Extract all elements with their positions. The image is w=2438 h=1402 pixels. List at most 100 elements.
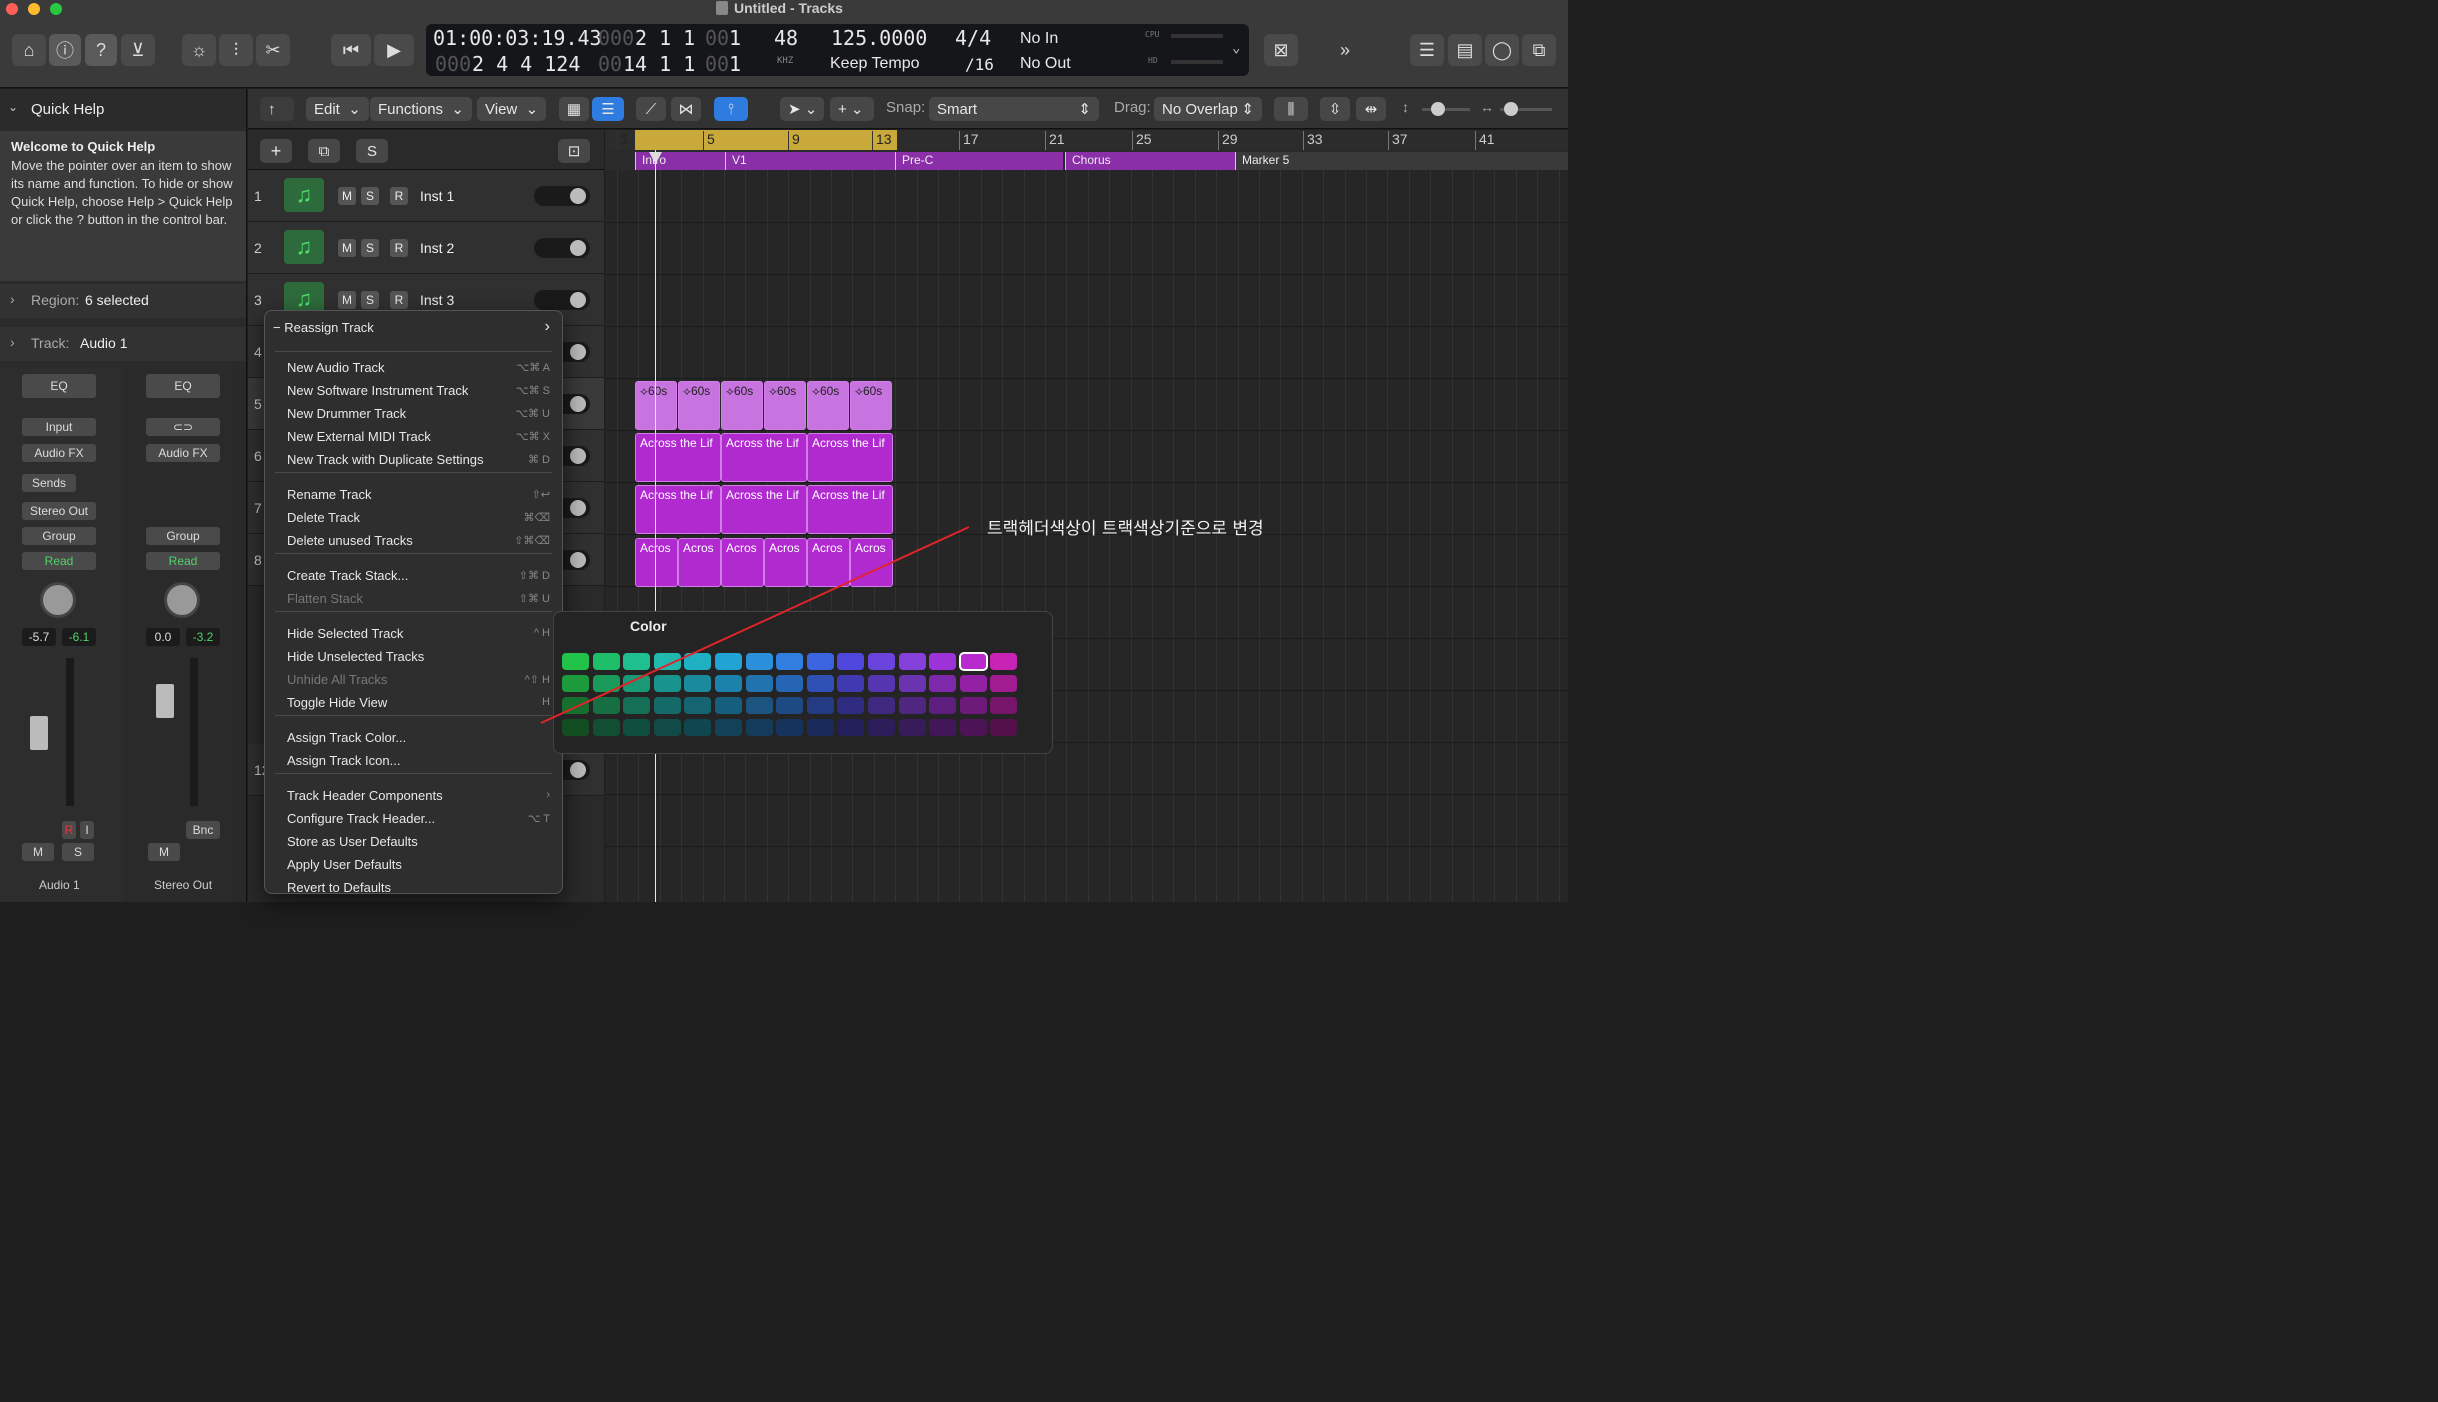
- volume-fader[interactable]: [156, 684, 174, 718]
- audio-region[interactable]: ⟡60s: [678, 381, 720, 430]
- audio-fx-slot[interactable]: Audio FX: [22, 444, 96, 462]
- output-slot[interactable]: Stereo Out: [22, 502, 96, 520]
- play-icon[interactable]: ▶: [374, 34, 414, 66]
- menu-item[interactable]: Create Track Stack... ⇧⌘ D: [287, 565, 550, 585]
- menu-item[interactable]: Hide Unselected Tracks: [287, 646, 550, 666]
- track-row[interactable]: 1 ♫ M S R Inst 1: [248, 170, 604, 222]
- chevron-down-icon[interactable]: ⌄: [1232, 40, 1240, 56]
- mixer-icon[interactable]: ⫶: [219, 34, 253, 66]
- eq-button[interactable]: EQ: [146, 374, 220, 398]
- solo-button[interactable]: S: [62, 843, 94, 861]
- color-swatch[interactable]: [929, 653, 957, 670]
- color-swatch[interactable]: [684, 653, 712, 670]
- mute-button[interactable]: M: [22, 843, 54, 861]
- inspector-icon[interactable]: ⓘ: [49, 34, 81, 66]
- color-swatch[interactable]: [929, 675, 957, 692]
- pan-knob[interactable]: [164, 582, 200, 618]
- horizontal-zoom-knob[interactable]: [1504, 102, 1518, 116]
- color-swatch[interactable]: [958, 652, 988, 671]
- drag-select[interactable]: No Overlap ⇕: [1154, 97, 1262, 121]
- pan-knob[interactable]: [40, 582, 76, 618]
- rewind-icon[interactable]: ⏮: [331, 34, 371, 66]
- color-swatch[interactable]: [959, 719, 987, 736]
- color-swatch[interactable]: [837, 697, 865, 714]
- color-swatch[interactable]: [684, 719, 712, 736]
- input-slot[interactable]: Input: [22, 418, 96, 436]
- color-swatch[interactable]: [990, 653, 1018, 670]
- mute-button[interactable]: M: [148, 843, 180, 861]
- menu-item[interactable]: Apply User Defaults: [287, 854, 550, 874]
- chevron-down-icon[interactable]: ⌄: [8, 100, 18, 114]
- color-swatch[interactable]: [776, 653, 804, 670]
- browser-icon[interactable]: ⧉: [1522, 34, 1556, 66]
- record-button[interactable]: R: [390, 291, 408, 309]
- color-swatch[interactable]: [715, 719, 742, 736]
- command-tool[interactable]: + ⌄: [830, 97, 874, 121]
- color-swatch[interactable]: [898, 697, 926, 714]
- pointer-tool[interactable]: ➤ ⌄: [780, 97, 824, 121]
- record-button[interactable]: R: [390, 187, 408, 205]
- color-swatch[interactable]: [592, 653, 620, 670]
- color-swatch[interactable]: [592, 675, 620, 692]
- track-row[interactable]: 2 ♫ M S R Inst 2: [248, 222, 604, 274]
- playhead[interactable]: [655, 150, 656, 902]
- color-swatch[interactable]: [837, 719, 865, 736]
- marker-3[interactable]: Pre-C: [895, 152, 1063, 170]
- volume-fader[interactable]: [30, 716, 48, 750]
- audio-region[interactable]: ⟡60s: [764, 381, 806, 430]
- solo-button[interactable]: S: [361, 239, 379, 257]
- color-swatch[interactable]: [929, 719, 957, 736]
- audio-region[interactable]: Acros: [764, 538, 807, 587]
- track-on-off-toggle[interactable]: [534, 186, 590, 206]
- group-slot[interactable]: Group: [22, 527, 96, 545]
- marker-5[interactable]: Marker 5: [1235, 152, 1568, 170]
- color-swatch[interactable]: [684, 675, 712, 692]
- color-swatch[interactable]: [623, 675, 651, 692]
- automation-mode[interactable]: Read: [22, 552, 96, 570]
- list-view-icon[interactable]: ☰: [592, 97, 624, 121]
- menu-item[interactable]: Delete unused Tracks ⇧⌘⌫: [287, 530, 550, 550]
- lcd-in[interactable]: No In: [1020, 30, 1058, 48]
- audio-region[interactable]: ⟡60s: [721, 381, 763, 430]
- more-icon[interactable]: »: [1328, 34, 1362, 66]
- audio-region[interactable]: ⟡60s: [635, 381, 677, 430]
- lcd-display[interactable]: 01:00:03:19.43 000 2 1 1 00 1 000 2 4 4 …: [426, 24, 1249, 76]
- global-solo-button[interactable]: S: [356, 139, 388, 163]
- duplicate-track-icon[interactable]: ⧉: [308, 139, 340, 163]
- grid-view-icon[interactable]: ▦: [559, 97, 589, 121]
- color-swatch[interactable]: [684, 697, 712, 714]
- solo-button[interactable]: S: [361, 291, 379, 309]
- menu-item[interactable]: Store as User Defaults: [287, 831, 550, 851]
- color-swatch[interactable]: [653, 719, 681, 736]
- color-swatch[interactable]: [898, 675, 926, 692]
- input-monitor-button[interactable]: I: [80, 821, 94, 839]
- color-swatch[interactable]: [653, 653, 681, 670]
- lcd-tempo-mode[interactable]: Keep Tempo: [830, 55, 920, 73]
- track-inspector-header[interactable]: › Track: Audio 1: [0, 327, 246, 361]
- minimize-window-button[interactable]: [28, 3, 40, 15]
- color-swatch[interactable]: [990, 697, 1018, 714]
- audio-region[interactable]: Across the Lif: [635, 485, 721, 534]
- color-swatch[interactable]: [562, 675, 589, 692]
- menu-item[interactable]: New Track with Duplicate Settings ⌘ D: [287, 449, 550, 469]
- color-swatch[interactable]: [715, 675, 742, 692]
- track-on-off-toggle[interactable]: [534, 238, 590, 258]
- audio-region[interactable]: Acros: [807, 538, 850, 587]
- eq-button[interactable]: EQ: [22, 374, 96, 398]
- menu-item[interactable]: New External MIDI Track ⌥⌘ X: [287, 426, 550, 446]
- menu-item[interactable]: Assign Track Color...: [287, 727, 550, 747]
- menu-item[interactable]: New Audio Track ⌥⌘ A: [287, 357, 550, 377]
- track-name[interactable]: Inst 3: [420, 292, 454, 308]
- color-swatch[interactable]: [959, 675, 987, 692]
- color-swatch[interactable]: [715, 697, 742, 714]
- color-swatch[interactable]: [806, 719, 834, 736]
- color-swatch[interactable]: [929, 697, 957, 714]
- track-name[interactable]: Inst 2: [420, 240, 454, 256]
- audio-region[interactable]: Across the Lif: [807, 485, 893, 534]
- color-swatch[interactable]: [776, 719, 804, 736]
- color-swatch[interactable]: [959, 697, 987, 714]
- color-swatch[interactable]: [562, 653, 589, 670]
- cycle-region[interactable]: [635, 130, 897, 150]
- menu-item[interactable]: Revert to Defaults: [287, 877, 550, 897]
- color-swatch[interactable]: [715, 653, 742, 670]
